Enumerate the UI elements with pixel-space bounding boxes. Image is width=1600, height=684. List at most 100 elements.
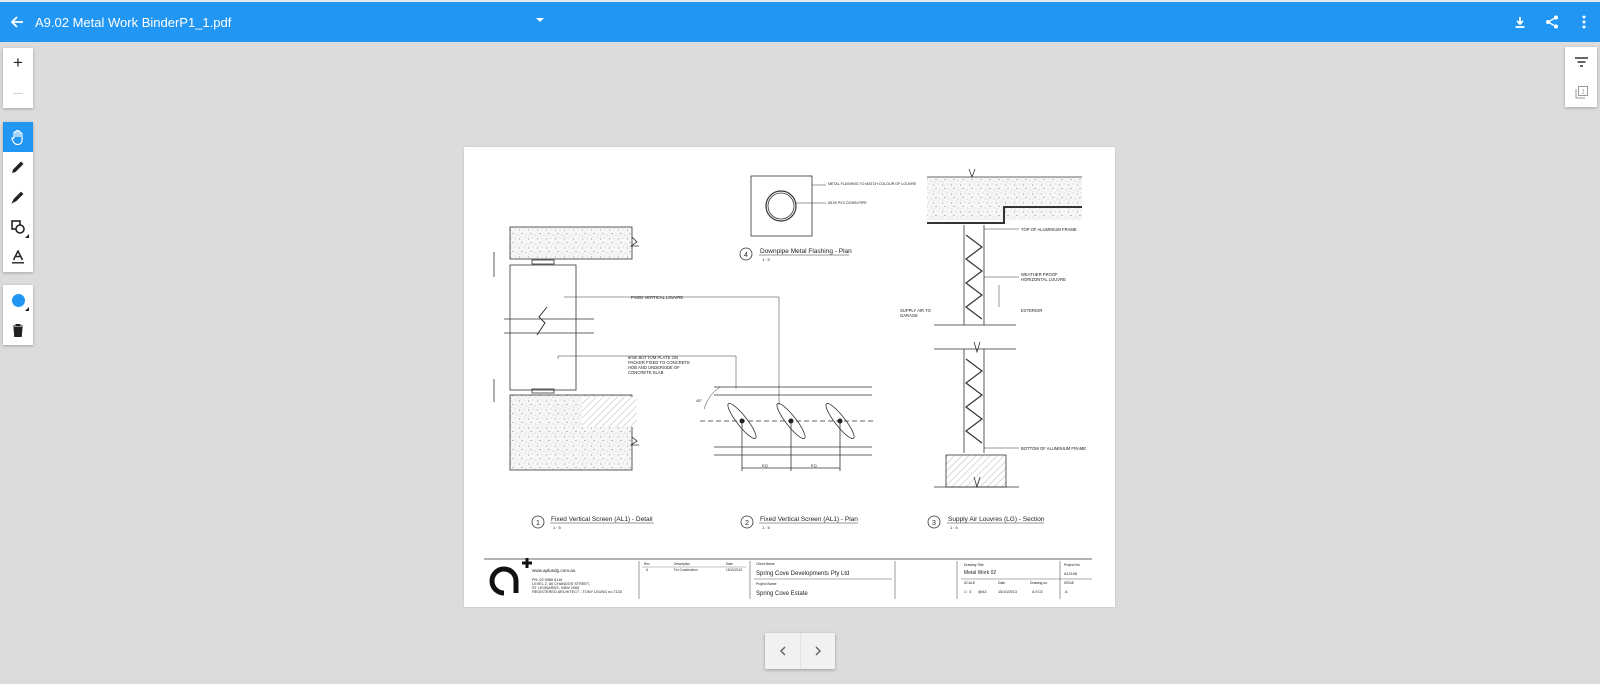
trash-icon: [13, 324, 23, 337]
revision-header-rev: Rev: [644, 562, 650, 566]
detail-title-1: Fixed Vertical Screen (AL1) - Detail: [551, 516, 653, 523]
detail-2-drawing: [700, 386, 876, 471]
chevron-down-icon[interactable]: [536, 18, 544, 22]
detail-scale-3: 1 : 5: [950, 525, 959, 530]
next-page-button[interactable]: [800, 633, 835, 669]
chevron-left-icon: [779, 646, 786, 656]
pen-icon: [12, 161, 24, 173]
more-vert-icon: [1582, 15, 1586, 29]
style-toolbar: [3, 285, 33, 345]
dimension-angle: 45°: [696, 398, 702, 403]
dimension-eq-1: EQ: [762, 463, 768, 468]
delete-button[interactable]: [3, 315, 33, 345]
detail-number-2: 2: [745, 520, 749, 527]
architect-registration: REGISTERED ARCHITECT - TONY LEUNG no.713…: [532, 590, 622, 594]
architectural-drawing: FIXED VERTICAL LOUVRE 6mm BOTTOM PLATE O…: [484, 168, 1092, 599]
revision-description: For Construction: [674, 568, 698, 572]
company-website: www.aplusdg.com.au: [532, 568, 576, 573]
detail-number-3: 3: [932, 520, 936, 527]
drawing-no-label: Drawing no.: [1030, 581, 1048, 585]
text-tool-button[interactable]: [3, 242, 33, 272]
download-button[interactable]: [1504, 2, 1536, 42]
project-name: Spring Cove Estate: [756, 591, 808, 597]
detail-title-4: Downpipe Metal Flashing - Plan: [760, 248, 852, 255]
back-button[interactable]: [0, 2, 34, 42]
annotation-toolbar: [3, 122, 33, 272]
title-block: www.aplusdg.com.au PH: 02 9966 6116 LEVE…: [484, 558, 1092, 599]
callout-bottom-plate-line-4: CONCRETE SLAB: [628, 370, 664, 375]
revision-date: 15/10/2013: [726, 568, 742, 572]
callout-pvc-pipe: Ø100 PVC DOWN PIPE: [828, 201, 867, 205]
callout-exterior: EXTERIOR: [1021, 308, 1042, 313]
dimension-eq-2: EQ: [811, 463, 817, 468]
share-icon: [1546, 15, 1558, 29]
detail-title-2: Fixed Vertical Screen (AL1) - Plan: [760, 516, 858, 523]
callout-bottom-frame: BOTTOM OF ALUMINIUM FRAME: [1021, 446, 1086, 451]
pages-icon: 1: [1575, 85, 1588, 98]
previous-page-button[interactable]: [765, 633, 800, 669]
callout-weather-proof-2: HORIZONTAL LOUVRE: [1021, 277, 1066, 282]
detail-label-2: 2 Fixed Vertical Screen (AL1) - Plan 1 :…: [740, 515, 858, 530]
detail-number-4: 4: [744, 252, 748, 259]
shapes-icon: [11, 220, 25, 234]
client-label: Client Name: [756, 562, 775, 566]
project-no: A12106: [1064, 572, 1077, 576]
svg-text:1: 1: [1581, 89, 1585, 95]
pan-tool-button[interactable]: [3, 122, 33, 152]
download-icon: [1515, 17, 1525, 28]
callout-fixed-vertical-louvre: FIXED VERTICAL LOUVRE: [631, 295, 683, 300]
pdf-page: FIXED VERTICAL LOUVRE 6mm BOTTOM PLATE O…: [464, 147, 1115, 607]
revision-header-date: Date: [726, 562, 733, 566]
shapes-tool-button[interactable]: [3, 212, 33, 242]
date-label: Date: [998, 581, 1005, 585]
detail-scale-2: 1 : 5: [762, 525, 771, 530]
detail-scale-1: 1 : 5: [553, 525, 562, 530]
detail-number-1: 1: [536, 520, 540, 527]
detail-3-drawing: [927, 168, 1082, 489]
detail-label-3: 3 Supply Air Louvres (LG) - Section 1 : …: [927, 515, 1045, 530]
scale-label: SCALE: [964, 581, 976, 585]
filter-button[interactable]: [1565, 47, 1597, 77]
issue-value: A: [1065, 590, 1068, 594]
revision-rev: A: [646, 568, 649, 572]
revision-header-description: Description: [674, 562, 690, 566]
company-logo: [489, 558, 532, 596]
zoom-out-button[interactable]: —: [3, 78, 33, 108]
drawing-title-label: Drawing Title: [964, 563, 984, 567]
callout-supply-air-2: GARAGE: [900, 313, 918, 318]
detail-scale-4: 1 : 5: [762, 257, 771, 262]
detail-label-4: 4 Downpipe Metal Flashing - Plan 1 : 5: [739, 247, 852, 262]
pen-tool-button[interactable]: [3, 152, 33, 182]
color-swatch-icon: [11, 293, 25, 307]
project-no-label: Project No.: [1064, 563, 1081, 567]
color-picker-button[interactable]: [3, 285, 33, 315]
corner-triangle-icon: [25, 234, 29, 238]
minus-icon: —: [13, 87, 23, 99]
paper-size: @A3: [978, 590, 987, 594]
drawing-no: A 9.02: [1032, 590, 1043, 594]
page-thumbnails-button[interactable]: 1: [1565, 77, 1597, 107]
zoom-in-button[interactable]: +: [3, 48, 33, 78]
corner-triangle-icon: [25, 307, 29, 311]
pan-hand-icon: [11, 129, 23, 145]
more-button[interactable]: [1568, 2, 1600, 42]
share-button[interactable]: [1536, 2, 1568, 42]
zoom-toolbar: + —: [3, 48, 33, 108]
detail-label-1: 1 Fixed Vertical Screen (AL1) - Detail 1…: [531, 515, 654, 530]
right-toolbar: 1: [1565, 47, 1597, 107]
highlighter-icon: [11, 191, 24, 204]
project-label: Project Name: [756, 582, 777, 586]
scale-value: 1 : 5: [964, 590, 971, 594]
detail-title-3: Supply Air Louvres (LG) - Section: [948, 516, 1045, 523]
detail-4-drawing: [750, 175, 826, 237]
drawing-title: Metal Work 02: [964, 570, 996, 576]
arrow-back-icon: [10, 16, 23, 28]
document-title: A9.02 Metal Work BinderP1_1.pdf: [35, 14, 232, 30]
text-icon: [12, 250, 24, 264]
detail-1-drawing: [493, 226, 780, 471]
highlighter-tool-button[interactable]: [3, 182, 33, 212]
plus-icon: +: [13, 53, 23, 72]
chevron-right-icon: [815, 646, 822, 656]
callout-metal-flashing: METAL FLASHING TO MATCH COLOUR OF LOUVRE: [828, 182, 917, 186]
callout-top-frame: TOP OF ALUMINIUM FRAME: [1021, 227, 1077, 232]
